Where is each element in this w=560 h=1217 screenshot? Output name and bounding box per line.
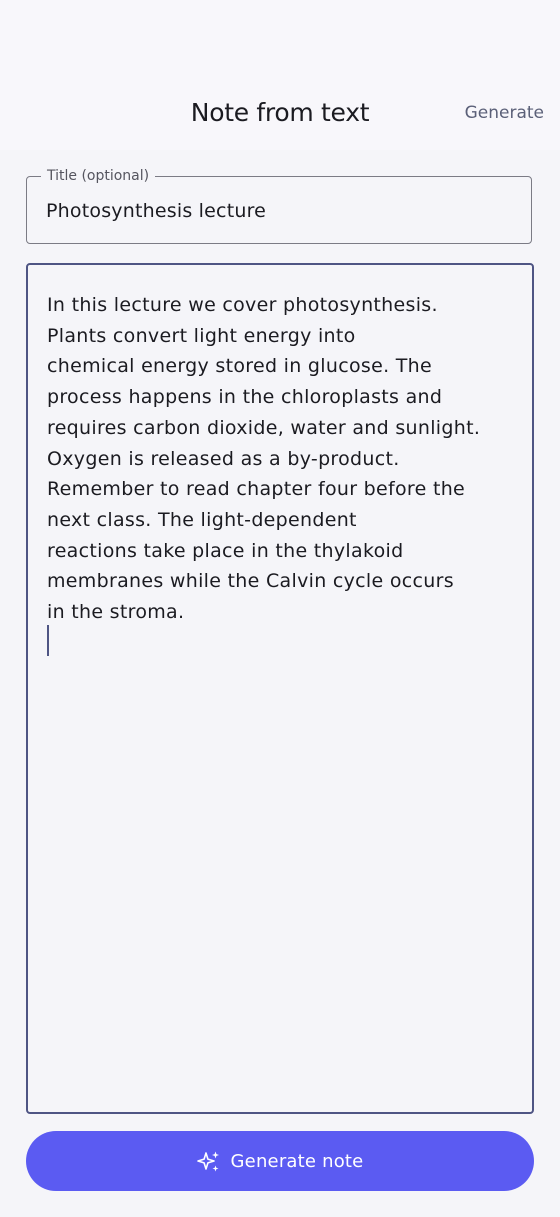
generate-note-label: Generate note: [230, 1150, 364, 1172]
text-cursor: [47, 625, 49, 656]
note-text-line: requires carbon dioxide, water and sunli…: [47, 416, 481, 439]
sparkle-icon: [196, 1151, 219, 1171]
note-text-line: membranes while the Calvin cycle occurs: [47, 570, 454, 593]
note-text-line: next class. The light-dependent: [47, 508, 357, 531]
note-text-line: chemical energy stored in glucose. The: [47, 355, 432, 378]
generate-action-button[interactable]: Generate: [465, 103, 544, 123]
note-text-line: process happens in the chloroplasts and: [47, 386, 443, 409]
title-field-value[interactable]: Photosynthesis lecture: [46, 200, 266, 222]
note-text-line: reactions take place in the thylakoid: [47, 539, 404, 562]
note-text-line: Plants convert light energy into: [47, 324, 356, 347]
title-field-label: Title (optional): [41, 167, 156, 185]
note-text-line: In this lecture we cover photosynthesis.: [47, 294, 438, 316]
generate-note-button[interactable]: Generate note: [26, 1131, 534, 1191]
note-text-content[interactable]: In this lecture we cover photosynthesis.…: [47, 290, 517, 628]
note-text-line: in the stroma.: [47, 601, 185, 624]
note-text-field[interactable]: In this lecture we cover photosynthesis.…: [26, 263, 534, 1114]
title-field[interactable]: Title (optional) Photosynthesis lecture: [26, 167, 532, 244]
note-text-line: Remember to read chapter four before the: [47, 478, 466, 501]
note-text-line: Oxygen is released as a by-product.: [47, 447, 400, 470]
top-app-bar: Note from text Generate: [0, 0, 560, 150]
note-from-text-screen: Note from text Generate Title (optional)…: [0, 0, 560, 1217]
